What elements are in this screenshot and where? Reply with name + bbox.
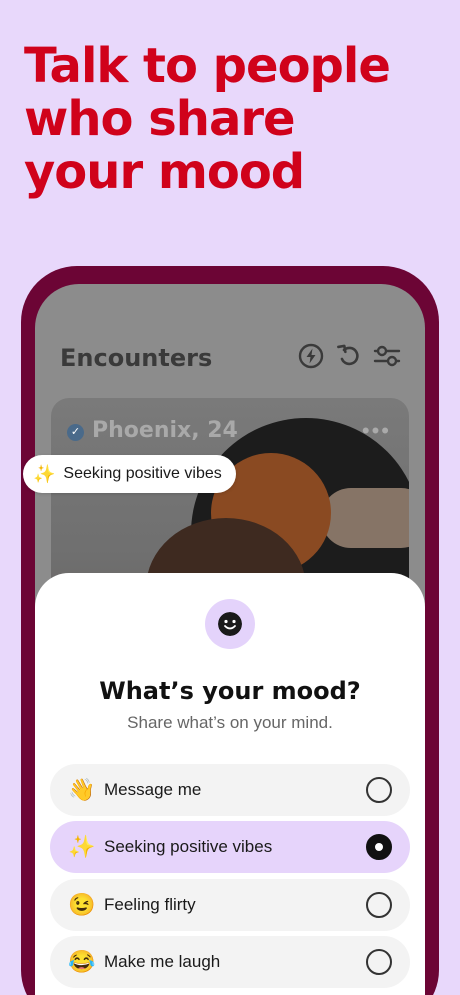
headline-line-3: your mood: [24, 144, 305, 200]
radio-button-selected[interactable]: [366, 834, 392, 860]
radio-button[interactable]: [366, 777, 392, 803]
undo-icon[interactable]: [335, 342, 363, 370]
waving-hand-icon: 👋: [68, 777, 96, 802]
radio-button[interactable]: [366, 892, 392, 918]
sheet-title: What’s your mood?: [99, 677, 361, 705]
photo-background: [321, 488, 409, 548]
mood-status-pill: ✨ Seeking positive vibes: [23, 455, 236, 493]
checkmark-icon: ✓: [67, 424, 84, 441]
bolt-circle-icon[interactable]: [297, 342, 325, 370]
mood-option-feeling-flirty[interactable]: 😉 Feeling flirty: [50, 879, 410, 931]
mood-option-positive-vibes[interactable]: ✨ Seeking positive vibes: [50, 821, 410, 873]
profile-name: Phoenix, 24: [92, 418, 238, 443]
more-dots-icon[interactable]: •••: [362, 418, 391, 444]
smiley-icon: [205, 599, 255, 649]
sparkles-icon: ✨: [33, 463, 56, 484]
mood-option-label: Make me laugh: [104, 952, 221, 971]
sheet-subtitle: Share what’s on your mind.: [127, 713, 333, 732]
radio-button[interactable]: [366, 949, 392, 975]
laughing-face-icon: 😂: [68, 949, 96, 974]
mood-bottom-sheet: What’s your mood? Share what’s on your m…: [35, 573, 425, 995]
headline: Talk to people who share your mood: [24, 40, 444, 199]
mood-status-text: Seeking positive vibes: [63, 465, 222, 482]
mood-option-make-me-laugh[interactable]: 😂 Make me laugh: [50, 936, 410, 988]
headline-line-1: Talk to people: [24, 38, 391, 94]
headline-line-2: who share: [24, 91, 296, 147]
mood-option-label: Feeling flirty: [104, 895, 196, 914]
sparkles-icon: ✨: [68, 834, 96, 859]
encounters-title: Encounters: [60, 344, 213, 372]
mood-option-label: Message me: [104, 780, 202, 799]
mood-option-message-me[interactable]: 👋 Message me: [50, 764, 410, 816]
filter-sliders-icon[interactable]: [373, 342, 401, 370]
winking-face-icon: 😉: [68, 892, 96, 917]
mood-option-label: Seeking positive vibes: [104, 837, 273, 856]
